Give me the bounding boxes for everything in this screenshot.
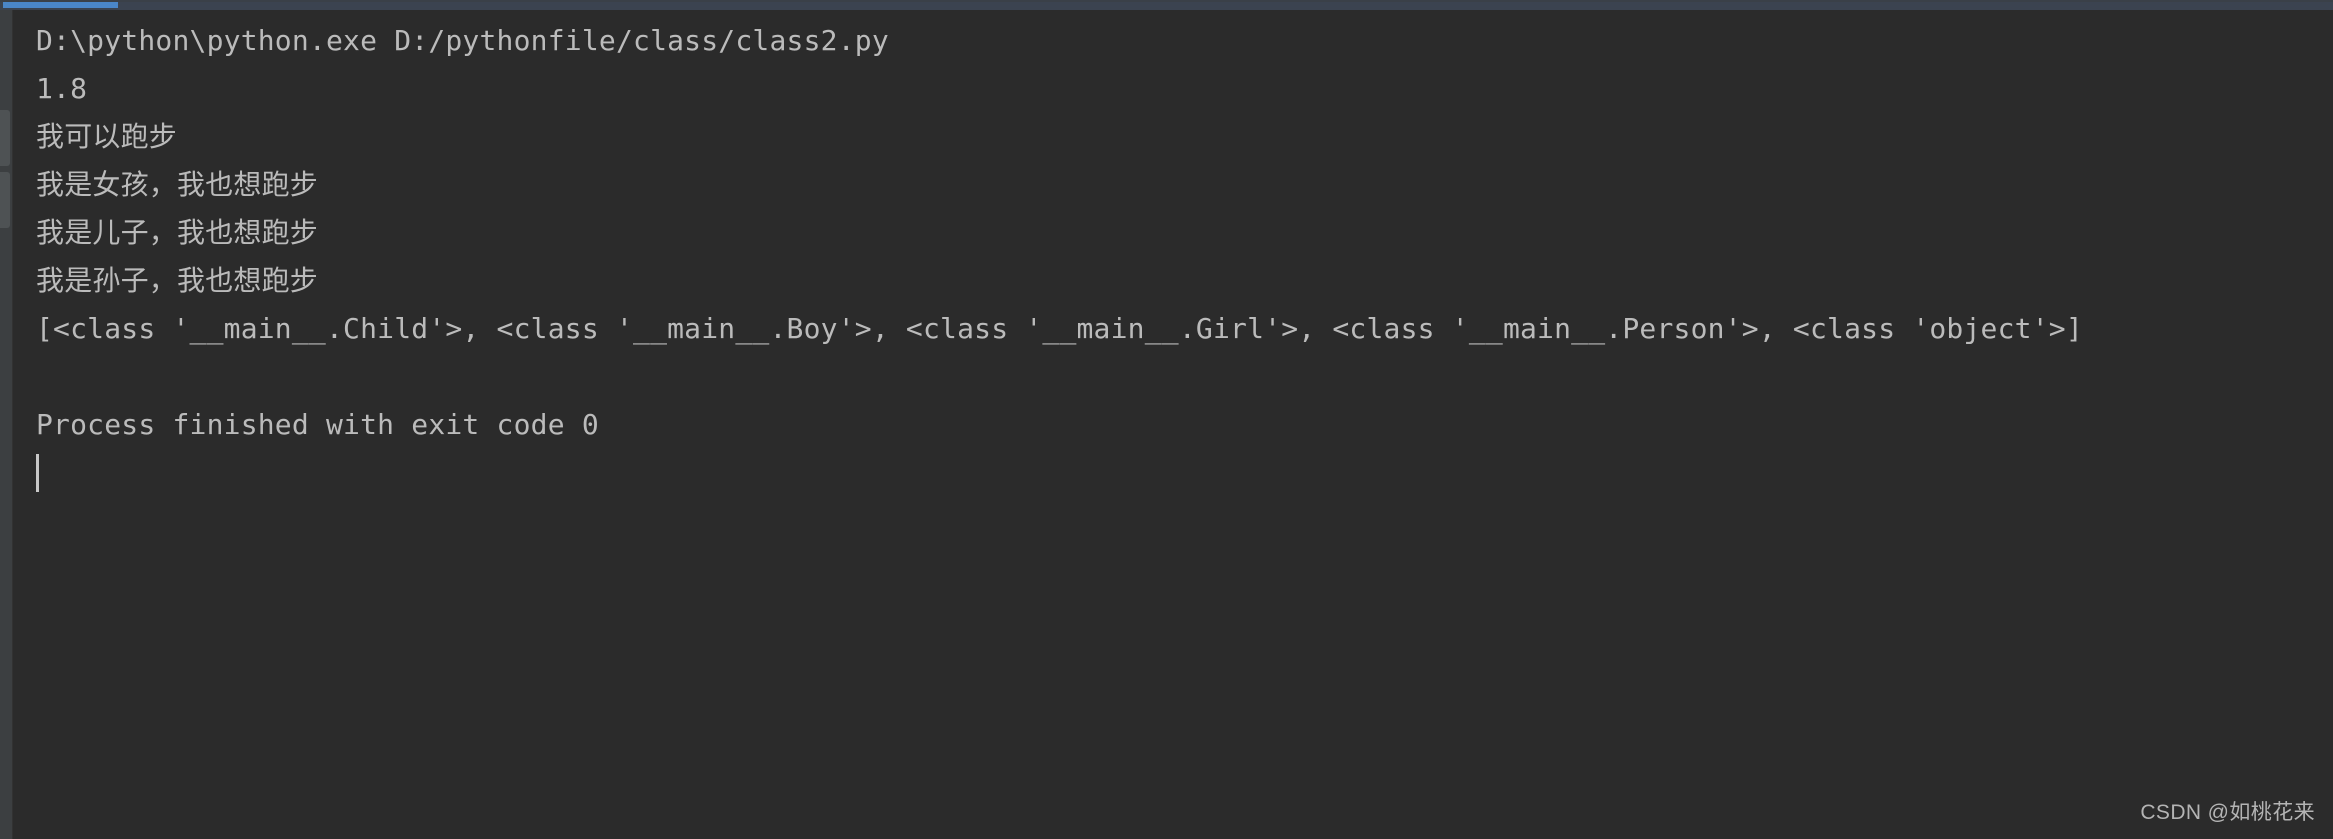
console-line: 1.8 [36, 72, 88, 105]
progress-bar-fill [3, 2, 118, 8]
text-caret [36, 454, 39, 492]
gutter-divider [12, 10, 13, 839]
tool-window-tab-1[interactable] [0, 110, 10, 166]
console-line: [<class '__main__.Child'>, <class '__mai… [36, 312, 2083, 345]
progress-track-edge [0, 0, 2333, 2]
console-window: D:\python\python.exe D:/pythonfile/class… [0, 0, 2333, 839]
watermark-label: CSDN @如桃花来 [2140, 801, 2315, 824]
console-line-list: D:\python\python.exe D:/pythonfile/class… [36, 17, 2316, 497]
console-line: Process finished with exit code 0 [36, 408, 599, 441]
top-progress-strip [0, 0, 2333, 10]
console-line: 我是孙子，我也想跑步 [36, 264, 319, 297]
left-tool-window-gutter[interactable] [0, 10, 13, 839]
console-output-panel[interactable]: D:\python\python.exe D:/pythonfile/class… [13, 10, 2333, 839]
console-line: D:\python\python.exe D:/pythonfile/class… [36, 24, 889, 57]
console-line: 我是儿子，我也想跑步 [36, 216, 319, 249]
tool-window-tab-2[interactable] [0, 172, 10, 228]
console-line: 我是女孩，我也想跑步 [36, 168, 319, 201]
console-input-line[interactable] [36, 449, 2316, 497]
console-line: 我可以跑步 [36, 120, 178, 153]
